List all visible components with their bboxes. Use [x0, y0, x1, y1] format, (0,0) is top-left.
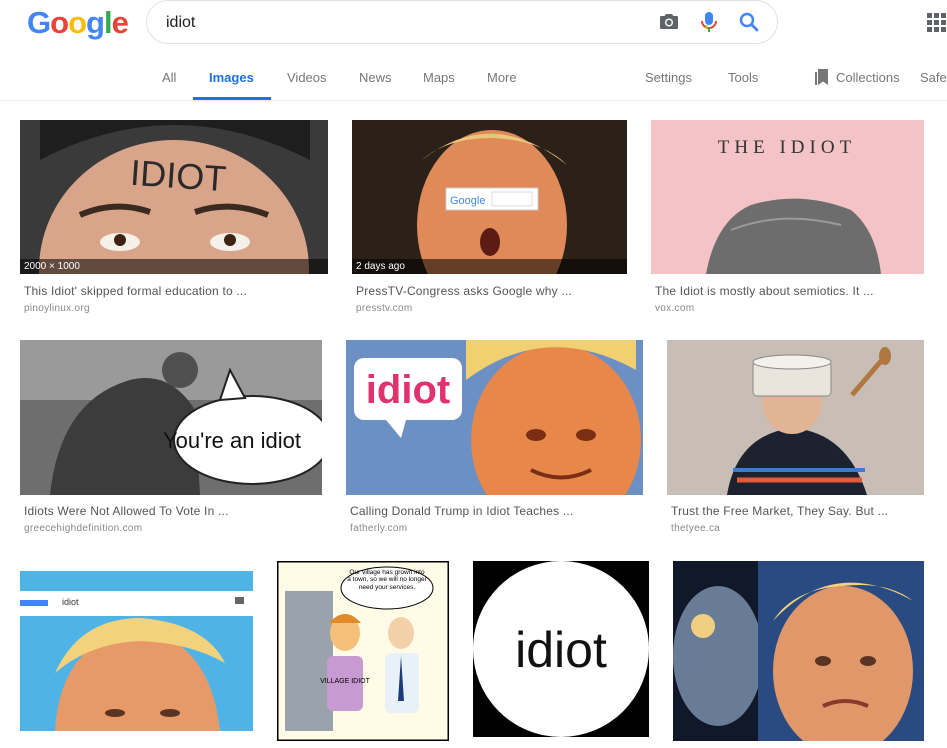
shirt-text: VILLAGE IDIOT	[320, 678, 371, 685]
image-result[interactable]: IDIOT 2000 × 1000 This Idiot' skipped fo…	[20, 120, 328, 320]
tab-maps[interactable]: Maps	[423, 70, 455, 85]
image-date-label: 2 days ago	[352, 259, 627, 274]
search-tabs: All Images Videos News Maps More Setting…	[0, 56, 947, 101]
tab-all[interactable]: All	[162, 70, 176, 85]
logo-letter: l	[103, 5, 113, 40]
result-source[interactable]: thetyee.ca	[671, 523, 720, 534]
tab-collections[interactable]: Collections	[836, 70, 900, 85]
result-thumbnail[interactable]	[667, 340, 924, 495]
search-box	[146, 0, 778, 44]
image-size-label: 2000 × 1000	[20, 259, 328, 274]
result-thumbnail[interactable]: THE IDIOT	[651, 120, 924, 274]
speech-bubble-text: You're an idiot	[163, 428, 301, 453]
result-thumbnail[interactable]: idiot	[346, 340, 643, 495]
tab-videos[interactable]: Videos	[287, 70, 327, 85]
result-title[interactable]: PressTV-Congress asks Google why ...	[356, 284, 624, 298]
google-logo[interactable]: Google	[27, 5, 129, 41]
tab-safesearch[interactable]: Safe	[920, 70, 947, 85]
tab-news[interactable]: News	[359, 70, 392, 85]
result-title[interactable]: Idiots Were Not Allowed To Vote In ...	[24, 504, 320, 518]
logo-word-text: idiot	[515, 622, 607, 678]
logo-letter: o	[50, 5, 69, 40]
logo-letter: e	[111, 5, 129, 40]
camera-icon[interactable]	[657, 10, 681, 34]
tab-more[interactable]: More	[487, 70, 517, 85]
search-icon[interactable]	[737, 10, 761, 34]
image-result[interactable]: Our village has grown into a town, so we…	[277, 561, 449, 748]
search-input[interactable]	[166, 11, 646, 35]
logo-letter: g	[86, 5, 105, 40]
book-title-text: THE IDIOT	[718, 137, 856, 158]
forehead-text: IDIOT	[129, 152, 228, 200]
tab-tools[interactable]: Tools	[728, 70, 758, 85]
active-tab-indicator	[193, 97, 271, 100]
image-result[interactable]	[673, 561, 924, 748]
apps-grid-icon[interactable]	[927, 13, 947, 33]
search-logo-text: Google	[450, 195, 485, 207]
tab-images[interactable]: Images	[209, 70, 254, 85]
image-result[interactable]: Trust the Free Market, They Say. But ...…	[667, 340, 924, 540]
bookmark-icon[interactable]	[815, 69, 829, 85]
comic-speech-text: Our village has grown into a town, so we…	[347, 569, 427, 591]
result-title[interactable]: Trust the Free Market, They Say. But ...	[671, 504, 923, 518]
result-title[interactable]: The Idiot is mostly about semiotics. It …	[655, 284, 921, 298]
result-source[interactable]: presstv.com	[356, 303, 412, 314]
image-result[interactable]: idiot	[473, 561, 649, 748]
image-result[interactable]: Google 2 days ago PressTV-Congress asks …	[352, 120, 627, 320]
result-title[interactable]: Calling Donald Trump in Idiot Teaches ..…	[350, 504, 640, 518]
logo-letter: G	[27, 5, 51, 40]
result-thumbnail[interactable]: Google 2 days ago	[352, 120, 627, 274]
image-result[interactable]: You're an idiot Idiots Were Not Allowed …	[20, 340, 322, 540]
image-result[interactable]: idiot Calling Donald Trump in Idiot Teac…	[346, 340, 643, 540]
logo-letter: o	[68, 5, 87, 40]
result-thumbnail[interactable]: idiot	[20, 563, 253, 731]
result-thumbnail[interactable]: Our village has grown into a town, so we…	[277, 561, 449, 741]
search-logo-text: idiot	[62, 597, 79, 607]
image-result[interactable]: idiot	[20, 563, 253, 748]
result-thumbnail[interactable]: idiot	[473, 561, 649, 737]
result-thumbnail[interactable]	[673, 561, 924, 741]
result-source[interactable]: fatherly.com	[350, 523, 407, 534]
result-source[interactable]: pinoylinux.org	[24, 303, 90, 314]
image-result[interactable]: THE IDIOT The Idiot is mostly about semi…	[651, 120, 924, 320]
result-source[interactable]: vox.com	[655, 303, 694, 314]
tab-settings[interactable]: Settings	[645, 70, 692, 85]
result-thumbnail[interactable]: IDIOT 2000 × 1000	[20, 120, 328, 274]
result-source[interactable]: greecehighdefinition.com	[24, 523, 142, 534]
speech-bubble-text: idiot	[366, 368, 450, 412]
result-thumbnail[interactable]: You're an idiot	[20, 340, 322, 495]
result-title[interactable]: This Idiot' skipped formal education to …	[24, 284, 324, 298]
microphone-icon[interactable]	[699, 10, 719, 34]
